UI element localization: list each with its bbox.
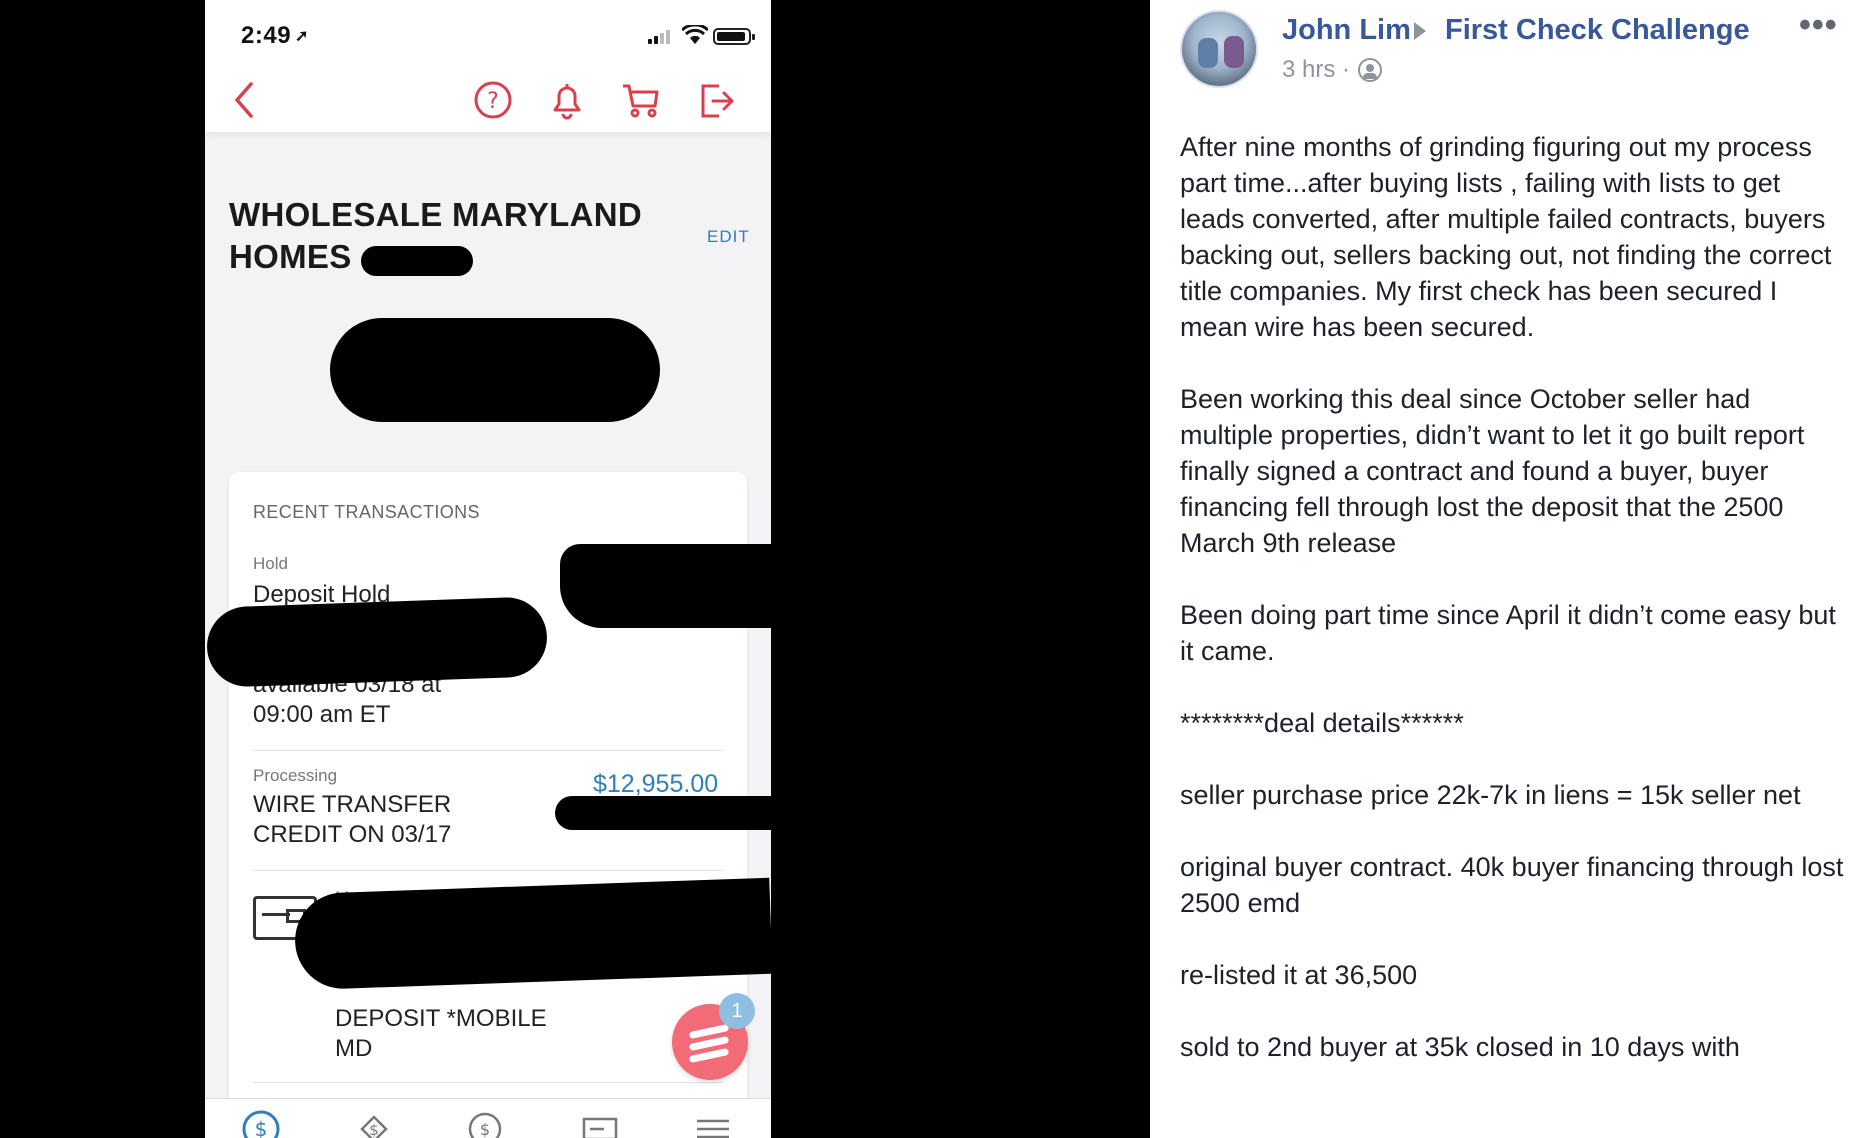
tx-subtitle: CREDIT ON 03/17 — [253, 821, 452, 848]
redaction-mark — [293, 877, 771, 991]
redaction-mark — [361, 246, 473, 276]
svg-text:$: $ — [369, 1121, 379, 1138]
location-arrow-icon: ➚ — [295, 28, 309, 45]
bell-icon[interactable] — [545, 78, 589, 122]
svg-text:?: ? — [487, 89, 499, 114]
status-time: 2:49 ➚ — [241, 22, 309, 49]
divider — [253, 870, 723, 871]
svg-text:$: $ — [255, 1117, 268, 1138]
wifi-icon — [680, 23, 710, 45]
tx-status: Hold — [253, 554, 288, 573]
banking-app-screenshot: 2:49 ➚ ? WHOLESALE MARYLAND HOMES EDIT R… — [205, 0, 771, 1138]
chat-badge: 1 — [719, 993, 755, 1029]
svg-text:$: $ — [480, 1120, 490, 1138]
tx-title[interactable]: WIRE TRANSFER — [253, 790, 451, 820]
redaction-mark — [205, 596, 549, 688]
status-bar: 2:49 ➚ — [205, 0, 771, 70]
app-top-nav: ? — [205, 70, 771, 132]
more-options-icon[interactable]: ••• — [1799, 6, 1838, 45]
accounts-icon[interactable]: $ — [241, 1109, 281, 1138]
cell-signal-icon — [648, 30, 674, 44]
divider — [253, 750, 723, 751]
facebook-post: John Lim First Check Challenge ••• 3 hrs… — [1150, 0, 1870, 1138]
post-paragraph: re-listed it at 36,500 — [1180, 960, 1418, 990]
post-paragraph: original buyer contract. 40k buyer finan… — [1180, 852, 1851, 918]
redaction-mark — [560, 544, 771, 628]
redaction-mark — [555, 796, 771, 830]
avatar[interactable] — [1180, 10, 1258, 88]
tx-title[interactable]: DEPOSIT *MOBILE — [335, 1004, 547, 1034]
post-paragraph: sold to 2nd buyer at 35k closed in 10 da… — [1180, 1032, 1740, 1062]
battery-icon — [713, 28, 755, 45]
post-paragraph: seller purchase price 22k-7k in liens = … — [1180, 780, 1801, 810]
group-audience-icon — [1358, 58, 1382, 82]
edit-link[interactable]: EDIT — [707, 227, 750, 247]
bottom-tab-bar: $ $ $ — [205, 1098, 771, 1138]
menu-icon[interactable] — [693, 1109, 733, 1138]
tx-amount: $12,955.00 — [593, 770, 719, 798]
post-group[interactable]: First Check Challenge — [1445, 14, 1750, 47]
post-timestamp[interactable]: 3 hrs · — [1282, 56, 1350, 84]
tx-status: Processing — [253, 766, 338, 785]
post-author[interactable]: John Lim — [1282, 14, 1411, 47]
cart-icon[interactable] — [619, 78, 663, 122]
pay-icon[interactable]: $ — [465, 1109, 505, 1138]
divider — [253, 1082, 723, 1083]
post-paragraph: After nine months of grinding figuring o… — [1180, 132, 1839, 342]
deposit-icon[interactable] — [580, 1109, 620, 1138]
post-paragraph: ********deal details****** — [1180, 708, 1464, 738]
logout-icon[interactable] — [695, 78, 739, 122]
post-body: After nine months of grinding figuring o… — [1180, 129, 1844, 1101]
post-paragraph: Been doing part time since April it didn… — [1180, 600, 1844, 666]
back-chevron-icon[interactable] — [223, 78, 267, 122]
transfer-icon[interactable]: $ — [354, 1109, 394, 1138]
redaction-mark — [330, 318, 660, 422]
help-icon[interactable]: ? — [471, 78, 515, 122]
tx-available-time: 09:00 am ET — [253, 701, 391, 728]
caret-right-icon — [1414, 22, 1426, 40]
post-paragraph: Been working this deal since October sel… — [1180, 384, 1812, 558]
screenshot-canvas: 2:49 ➚ ? WHOLESALE MARYLAND HOMES EDIT R… — [0, 0, 1870, 1138]
tx-subtitle: MD — [335, 1035, 373, 1062]
card-header: RECENT TRANSACTIONS — [253, 502, 480, 522]
